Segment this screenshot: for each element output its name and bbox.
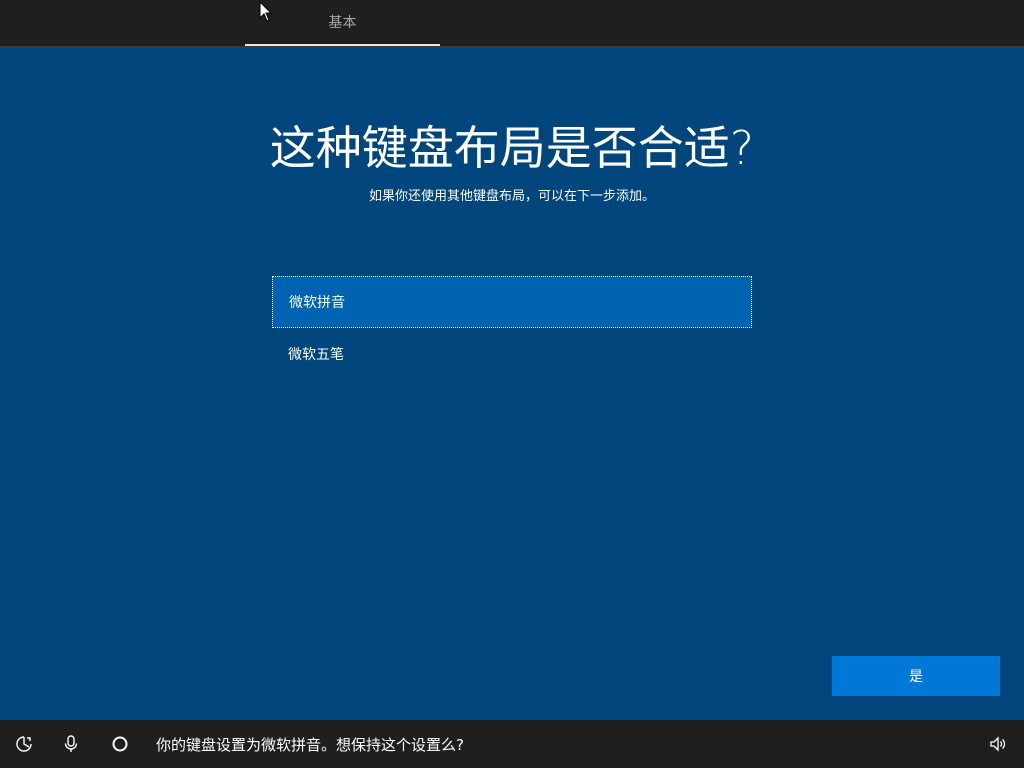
page-title: 这种键盘布局是否合适? [269,121,755,175]
status-message: 你的键盘设置为微软拼音。想保持这个设置么? [156,735,464,754]
bottom-bar: 你的键盘设置为微软拼音。想保持这个设置么? [0,720,1024,768]
option-label: 微软五笔 [288,347,344,363]
page-subtitle: 如果你还使用其他键盘布局，可以在下一步添加。 [368,189,655,204]
option-label: 微软拼音 [289,295,345,311]
cortana-icon[interactable] [108,732,132,756]
yes-button[interactable]: 是 [832,656,1000,696]
ease-of-access-icon[interactable] [12,732,36,756]
volume-icon[interactable] [986,732,1010,756]
tab-basics[interactable]: 基本 [245,0,440,46]
option-microsoft-wubi[interactable]: 微软五笔 [272,328,752,380]
mouse-pointer-icon [259,0,273,27]
option-microsoft-pinyin[interactable]: 微软拼音 [272,276,752,328]
microphone-icon[interactable] [59,732,83,756]
main-content: 这种键盘布局是否合适? 如果你还使用其他键盘布局，可以在下一步添加。 微软拼音 … [0,48,1024,720]
top-bar: 基本 [0,0,1024,48]
tab-basics-label: 基本 [328,15,357,31]
